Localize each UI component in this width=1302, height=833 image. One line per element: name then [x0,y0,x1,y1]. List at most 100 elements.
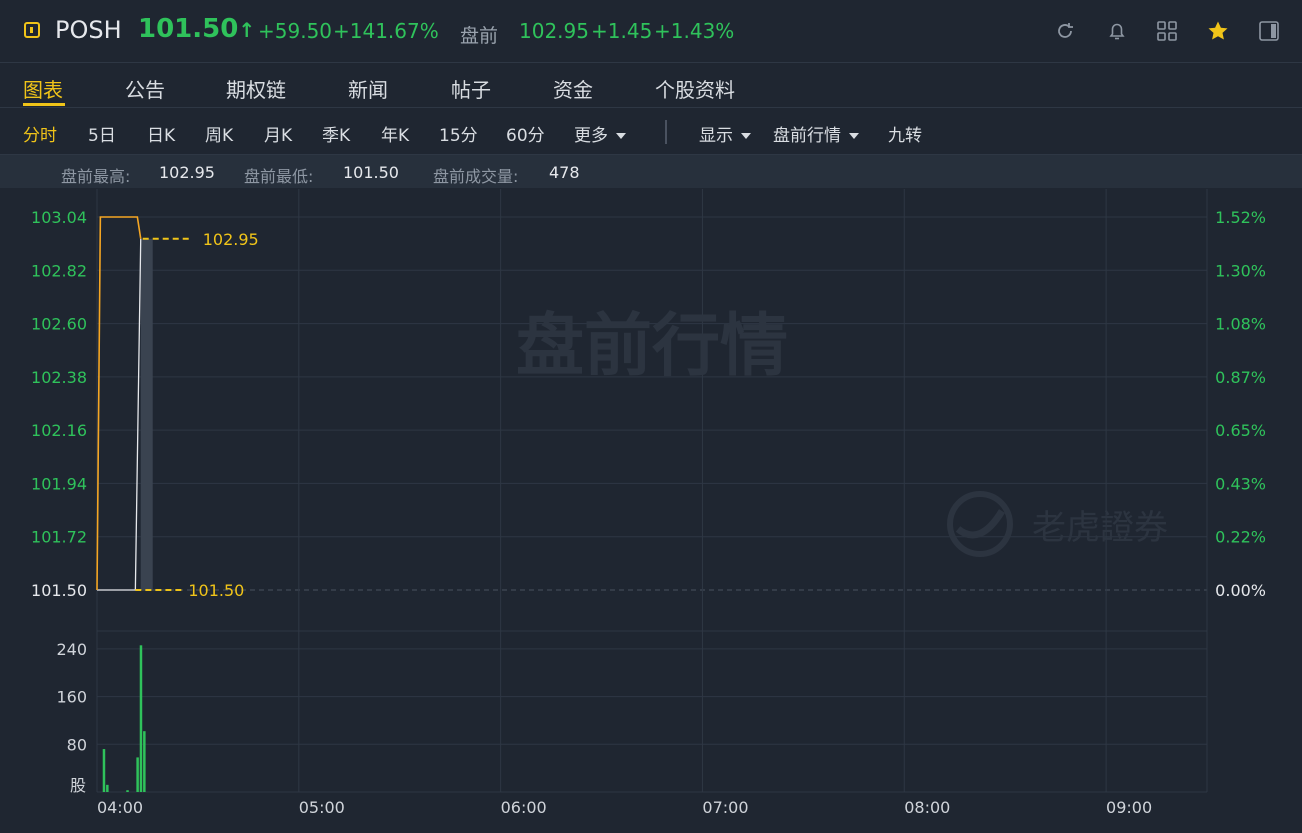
period-daily[interactable]: 日K [147,121,175,146]
volume-axis: 240 160 80 [56,640,87,754]
premarket-low-value: 101.50 [343,163,399,182]
ticker-badge-icon [24,22,40,38]
volume-unit-label: 股 [70,776,86,795]
percent-tick-label: 1.30% [1215,261,1266,280]
premarket-price: 102.95 [519,19,589,43]
main-tabs: 图表 公告 期权链 新闻 帖子 资金 个股资料 [0,63,1302,108]
tab-posts[interactable]: 帖子 [451,74,491,103]
chevron-down-icon [741,133,751,139]
period-weekly[interactable]: 周K [205,121,233,146]
premarket-change-pct: +1.43% [654,19,735,43]
period-15min[interactable]: 15分 [439,121,478,146]
refresh-icon[interactable] [1054,20,1076,42]
volume-bar [102,749,106,792]
tab-news[interactable]: 新闻 [348,74,388,103]
price-area-band [140,238,153,590]
volume-tick-label: 80 [67,735,87,754]
period-yearly[interactable]: 年K [381,121,409,146]
percent-tick-label: 1.52% [1215,208,1266,227]
volume-tick-label: 160 [56,688,87,707]
volume-bar [143,731,146,792]
last-price-label: 102.95 [203,230,259,249]
more-periods-dropdown[interactable]: 更多 [574,121,626,146]
volume-bar [139,645,143,792]
period-monthly[interactable]: 月K [264,121,292,146]
quote-header: POSH 101.50↑ +59.50 +141.67% 盘前 102.95 +… [0,0,1302,63]
time-tick-label: 08:00 [904,798,950,817]
premarket-label: 盘前 [460,25,499,47]
price-change-pct: +141.67% [333,19,439,43]
price-tick-label: 102.16 [31,421,87,440]
period-5day[interactable]: 5日 [88,121,116,146]
last-price: 101.50↑ [138,14,255,44]
last-price-value: 101.50 [138,14,239,44]
percent-tick-label: 0.00% [1215,581,1266,600]
panel-icon[interactable] [1258,20,1280,42]
premarket-volume-label: 盘前成交量: [433,167,519,186]
chevron-down-icon [616,133,626,139]
price-tick-label: 102.38 [31,368,87,387]
volume-bars [102,645,146,792]
session-label: 盘前行情 [773,126,841,146]
price-axis-left: 103.04 102.82 102.60 102.38 102.16 101.94 101.… [31,208,87,600]
period-quarterly[interactable]: 季K [322,121,350,146]
brand-watermark: 老虎證券 [1032,508,1168,548]
period-intraday[interactable]: 分时 [23,121,57,146]
stock-symbol: POSH [55,16,122,44]
nine-turn-button[interactable]: 九转 [888,121,922,146]
price-tick-label: 101.94 [31,474,87,493]
volume-bar [126,790,129,792]
percent-tick-label: 0.22% [1215,528,1266,547]
price-tick-label: 101.50 [31,581,87,600]
volume-bar [136,757,139,792]
time-tick-label: 04:00 [97,798,143,817]
bell-icon[interactable] [1106,20,1128,42]
chevron-down-icon [849,133,859,139]
price-line [96,216,142,591]
volume-tick-label: 240 [56,640,87,659]
display-label: 显示 [699,126,733,146]
premarket-change: +1.45 [591,19,653,43]
period-60min[interactable]: 60分 [506,121,545,146]
time-tick-label: 05:00 [299,798,345,817]
tab-chart[interactable]: 图表 [23,74,63,103]
premarket-low-label: 盘前最低: [244,167,314,186]
average-price-line [97,238,142,591]
display-dropdown[interactable]: 显示 [699,121,751,146]
price-change: +59.50 [258,19,333,43]
more-label: 更多 [574,126,608,146]
toolbar-divider [665,120,667,144]
percent-tick-label: 1.08% [1215,315,1266,334]
tiger-logo-watermark [947,491,1013,557]
premarket-high-label: 盘前最高: [61,167,131,186]
tab-options-chain[interactable]: 期权链 [226,74,286,103]
tab-company-profile[interactable]: 个股资料 [655,74,735,103]
volume-bar [106,784,109,792]
session-dropdown[interactable]: 盘前行情 [773,121,859,146]
time-tick-label: 09:00 [1106,798,1152,817]
premarket-high-value: 102.95 [159,163,215,182]
percent-tick-label: 0.87% [1215,368,1266,387]
time-tick-label: 06:00 [501,798,547,817]
active-tab-indicator [23,103,65,106]
premarket-stats-bar: 盘前最高: 102.95 盘前最低: 101.50 盘前成交量: 478 [0,155,1302,188]
chart-grid [96,189,1208,793]
star-icon[interactable] [1207,20,1229,42]
price-tick-label: 101.72 [31,528,87,547]
price-tick-label: 102.60 [31,315,87,334]
percent-tick-label: 0.65% [1215,421,1266,440]
percent-tick-label: 0.43% [1215,474,1266,493]
premarket-volume-value: 478 [549,163,580,182]
tab-capital-flow[interactable]: 资金 [553,74,593,103]
premarket-watermark: 盘前行情 [516,307,788,386]
base-price-label: 101.50 [188,581,244,600]
up-arrow-icon: ↑ [238,18,256,42]
grid-icon[interactable] [1156,20,1178,42]
price-tick-label: 103.04 [31,208,87,227]
intraday-chart[interactable]: 盘前行情 老虎證券 103.04 102.82 102.60 102.38 102.16… [0,189,1302,833]
time-axis: 04:00 05:00 06:00 07:00 08:00 09:00 [97,798,1152,817]
chart-period-toolbar: 分时 5日 日K 周K 月K 季K 年K 15分 60分 更多 显示 盘前行情 … [0,108,1302,155]
price-plot [96,216,193,591]
tab-announcements[interactable]: 公告 [125,74,165,103]
percent-axis-right: 1.52% 1.30% 1.08% 0.87% 0.65% 0.43% 0.22% 0.00% [1215,208,1266,600]
